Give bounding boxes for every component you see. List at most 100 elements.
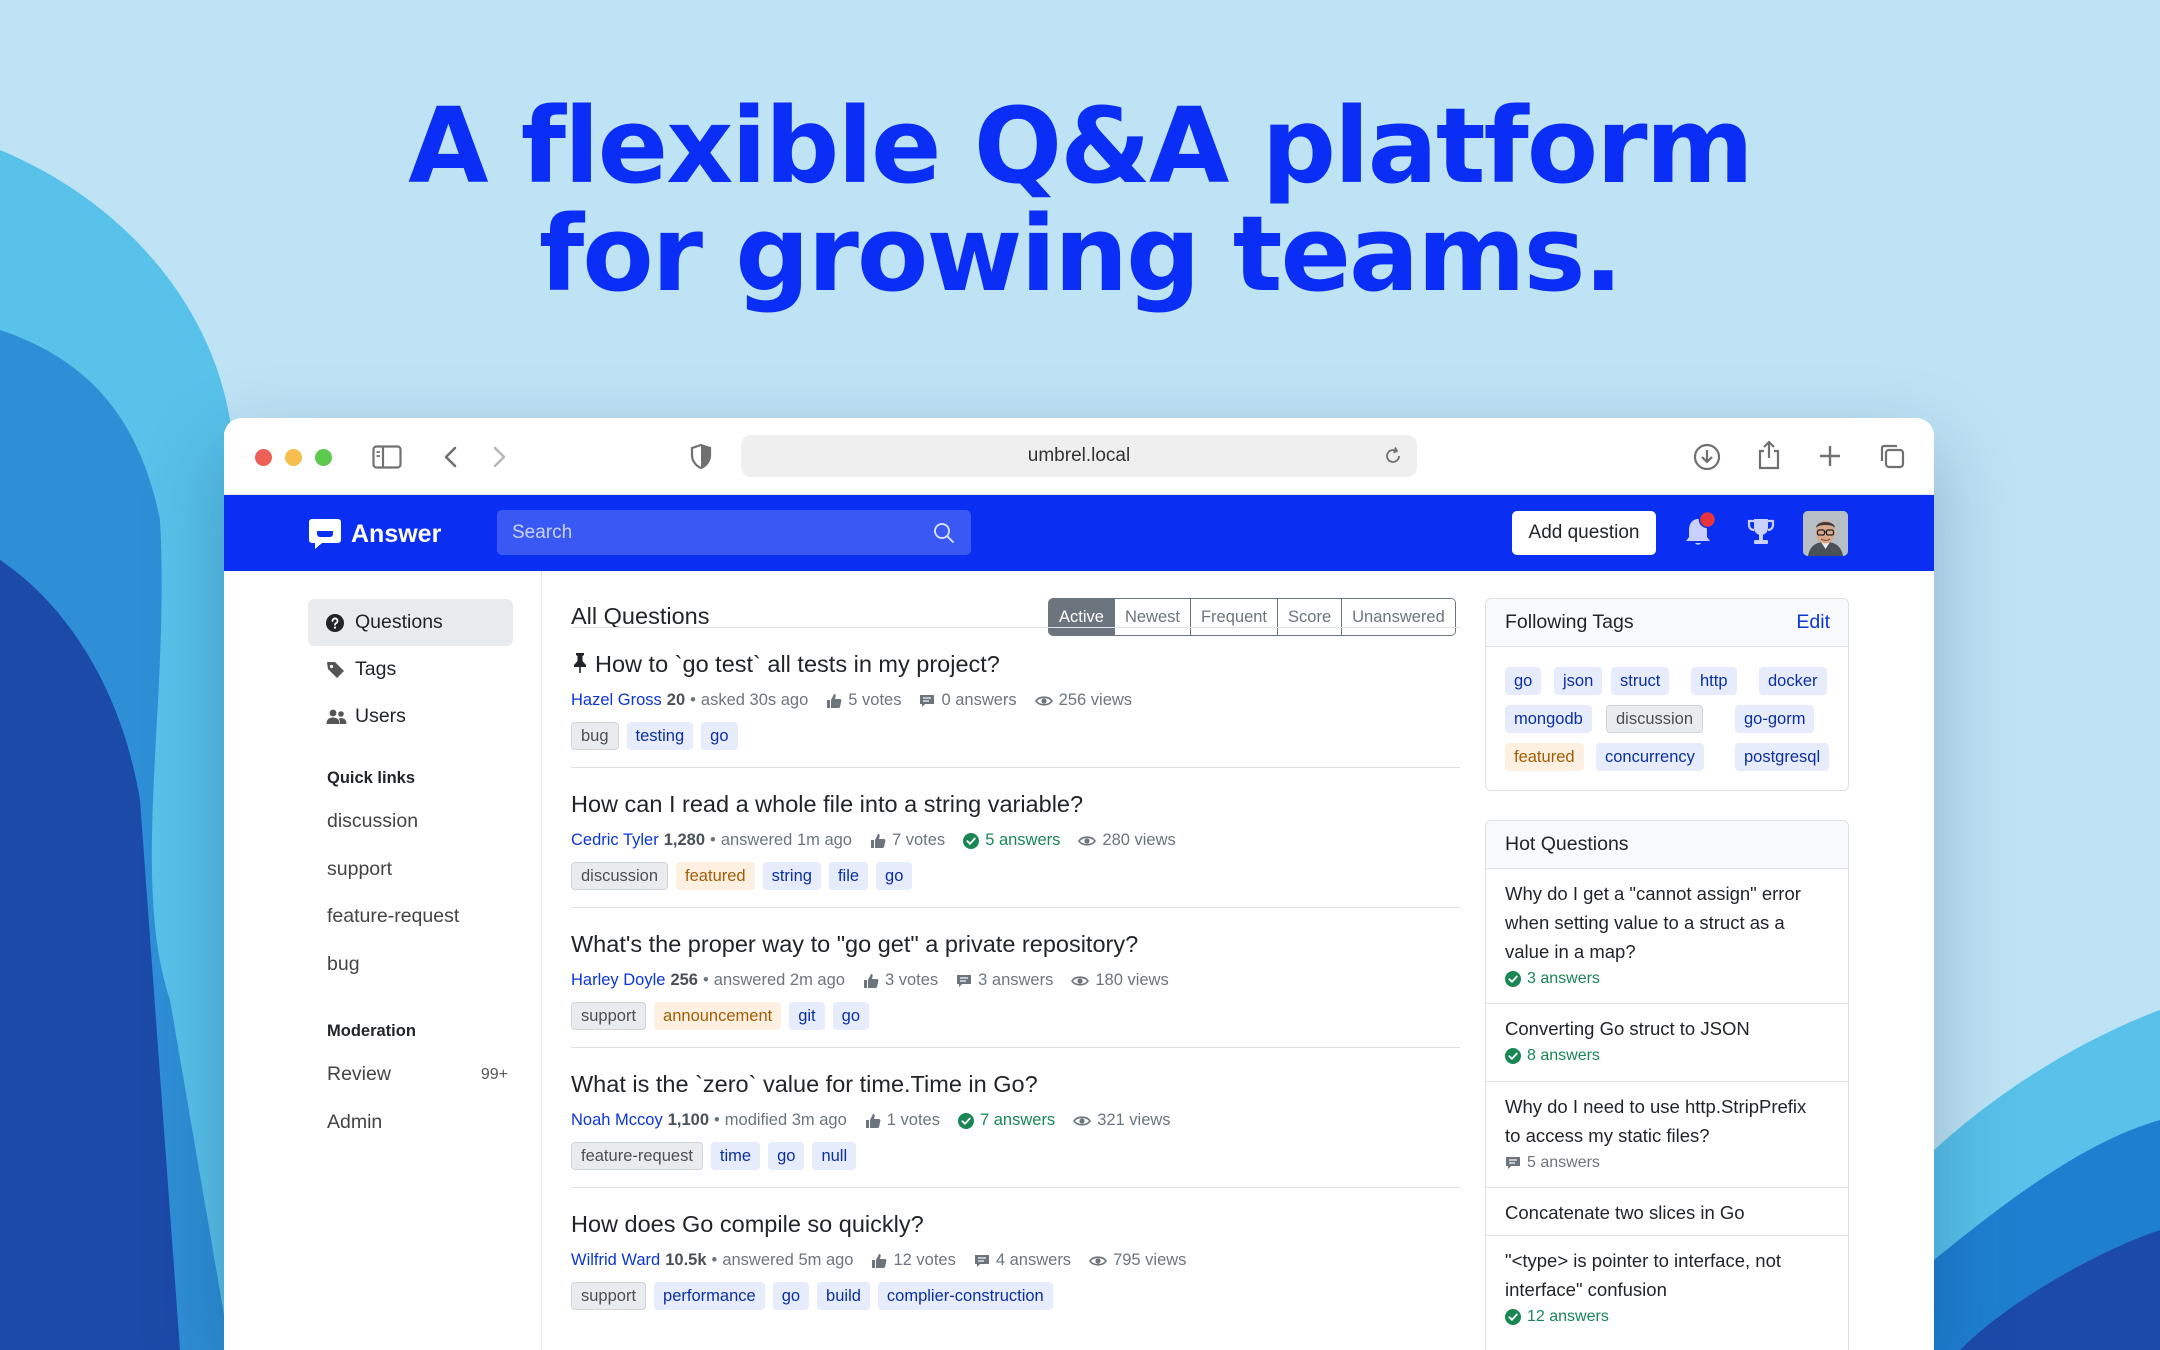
question-title[interactable]: How does Go compile so quickly?: [571, 1211, 924, 1238]
privacy-shield-icon[interactable]: [690, 443, 712, 470]
search-input[interactable]: [497, 510, 917, 555]
tag-go-gorm[interactable]: go-gorm: [1735, 705, 1815, 733]
question-title-text[interactable]: What is the `zero` value for time.Time i…: [571, 1071, 1038, 1097]
tag-bug[interactable]: bug: [571, 722, 619, 750]
search-box[interactable]: [497, 510, 971, 555]
hot-question-title[interactable]: "<type> is pointer to interface, not int…: [1505, 1246, 1825, 1304]
quick-link-discussion[interactable]: discussion: [327, 810, 418, 833]
question-title[interactable]: What's the proper way to "go get" a priv…: [571, 931, 1138, 958]
hot-question-item[interactable]: Why do I get a "cannot assign" error whe…: [1486, 869, 1848, 1004]
hot-question-title[interactable]: Why do I get a "cannot assign" error whe…: [1505, 879, 1825, 966]
back-icon[interactable]: [442, 445, 460, 469]
tag-go[interactable]: go: [768, 1142, 805, 1170]
question-title-text[interactable]: How can I read a whole file into a strin…: [571, 791, 1083, 817]
tag-performance[interactable]: performance: [654, 1282, 765, 1310]
tab-newest[interactable]: Newest: [1114, 599, 1191, 635]
brand-logo[interactable]: Answer: [308, 516, 448, 552]
tag-concurrency[interactable]: concurrency: [1596, 743, 1704, 771]
tag-announcement[interactable]: announcement: [654, 1002, 782, 1030]
author-link[interactable]: Wilfrid Ward: [571, 1251, 660, 1270]
views-eye-icon: [1089, 1255, 1108, 1266]
add-question-button[interactable]: Add question: [1512, 511, 1656, 555]
hot-question-title[interactable]: Converting Go struct to JSON: [1505, 1014, 1825, 1043]
share-icon[interactable]: [1755, 439, 1783, 471]
tag-struct[interactable]: struct: [1611, 667, 1670, 695]
tag-discussion[interactable]: discussion: [571, 862, 669, 890]
notifications-bell-icon[interactable]: [1683, 511, 1717, 551]
sidebar-toggle-icon[interactable]: [372, 445, 402, 469]
tag-complier-construction[interactable]: complier-construction: [877, 1282, 1053, 1310]
search-icon[interactable]: [933, 522, 955, 544]
moderation-link-admin[interactable]: Admin: [327, 1111, 382, 1134]
tag-support[interactable]: support: [571, 1282, 647, 1310]
achievements-trophy-icon[interactable]: [1746, 516, 1776, 548]
new-tab-icon[interactable]: [1818, 444, 1842, 468]
tag-json[interactable]: json: [1554, 667, 1603, 695]
tag-featured[interactable]: featured: [676, 862, 755, 890]
tab-unanswered[interactable]: Unanswered: [1342, 599, 1455, 635]
tab-score[interactable]: Score: [1278, 599, 1343, 635]
tag-featured[interactable]: featured: [1505, 743, 1584, 771]
question-title[interactable]: What is the `zero` value for time.Time i…: [571, 1071, 1038, 1098]
moderation-link-review[interactable]: Review: [327, 1063, 391, 1086]
tag-go[interactable]: go: [701, 722, 738, 750]
question-title[interactable]: How to `go test` all tests in my project…: [571, 651, 1000, 678]
close-window-button[interactable]: [255, 449, 272, 466]
forward-icon[interactable]: [490, 445, 508, 469]
sidebar-item-tags[interactable]: Tags: [308, 646, 513, 693]
view-count: 180 views: [1071, 971, 1169, 990]
author-link[interactable]: Cedric Tyler: [571, 831, 659, 850]
tab-frequent[interactable]: Frequent: [1190, 599, 1279, 635]
question-title-text[interactable]: How does Go compile so quickly?: [571, 1211, 924, 1237]
tag-docker[interactable]: docker: [1759, 667, 1827, 695]
tag-discussion[interactable]: discussion: [1606, 705, 1704, 733]
edit-following-tags-link[interactable]: Edit: [1796, 611, 1830, 634]
minimize-window-button[interactable]: [285, 449, 302, 466]
hot-question-item[interactable]: "<type> is pointer to interface, not int…: [1486, 1236, 1848, 1343]
tag-mongodb[interactable]: mongodb: [1505, 705, 1592, 733]
question-title-text[interactable]: What's the proper way to "go get" a priv…: [571, 931, 1138, 957]
quick-link-support[interactable]: support: [327, 858, 392, 881]
hot-question-title[interactable]: Why do I need to use http.StripPrefix to…: [1505, 1092, 1825, 1150]
vote-count-text: 5 votes: [848, 691, 902, 709]
tag-git[interactable]: git: [789, 1002, 825, 1030]
tag-go[interactable]: go: [1505, 667, 1542, 695]
hot-question-title[interactable]: Concatenate two slices in Go: [1505, 1198, 1825, 1227]
tag-build[interactable]: build: [817, 1282, 870, 1310]
tag-go[interactable]: go: [832, 1002, 870, 1030]
tag-http[interactable]: http: [1691, 667, 1737, 695]
author-link[interactable]: Noah Mccoy: [571, 1111, 663, 1130]
answer-bubble-icon: [1506, 1157, 1520, 1169]
tag-testing[interactable]: testing: [626, 722, 694, 750]
tag-postgresql[interactable]: postgresql: [1735, 743, 1830, 771]
author-link[interactable]: Harley Doyle: [571, 971, 665, 990]
hot-question-item[interactable]: Converting Go struct to JSON 8 answers: [1486, 1004, 1848, 1082]
answer-count-text: 5 answers: [985, 831, 1061, 849]
tag-string[interactable]: string: [762, 862, 821, 890]
maximize-window-button[interactable]: [315, 449, 332, 466]
hot-question-item[interactable]: Why do I need to use http.StripPrefix to…: [1486, 1082, 1848, 1188]
list-divider: [571, 767, 1460, 768]
tag-feature-request[interactable]: feature-request: [571, 1142, 703, 1170]
reload-icon[interactable]: [1383, 446, 1403, 466]
tab-overview-icon[interactable]: [1878, 442, 1906, 470]
author-link[interactable]: Hazel Gross: [571, 691, 662, 710]
address-bar[interactable]: umbrel.local: [741, 435, 1417, 477]
hot-question-item[interactable]: Concatenate two slices in Go: [1486, 1188, 1848, 1236]
quick-link-feature-request[interactable]: feature-request: [327, 905, 459, 928]
question-title[interactable]: How can I read a whole file into a strin…: [571, 791, 1083, 818]
quick-link-bug[interactable]: bug: [327, 953, 360, 976]
tag-support[interactable]: support: [571, 1002, 647, 1030]
sidebar-item-questions[interactable]: Questions: [308, 599, 513, 646]
tag-go[interactable]: go: [876, 862, 913, 890]
question-title-text[interactable]: How to `go test` all tests in my project…: [595, 651, 1000, 677]
tag-go[interactable]: go: [772, 1282, 810, 1310]
quick-links-heading: Quick links: [327, 769, 416, 787]
tab-active[interactable]: Active: [1049, 599, 1115, 635]
tag-time[interactable]: time: [710, 1142, 761, 1170]
user-avatar[interactable]: [1803, 511, 1848, 556]
sidebar-item-users[interactable]: Users: [308, 693, 513, 740]
tag-file[interactable]: file: [828, 862, 869, 890]
download-icon[interactable]: [1692, 442, 1722, 472]
tag-null[interactable]: null: [812, 1142, 857, 1170]
